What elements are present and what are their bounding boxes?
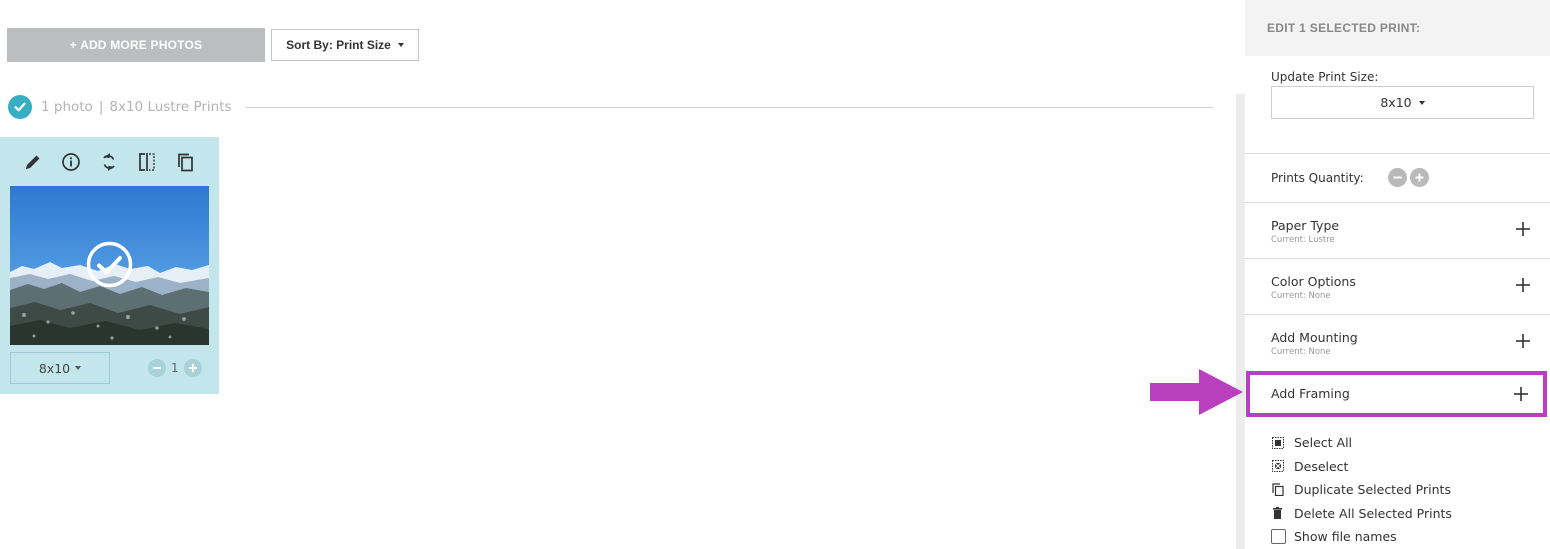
caret-down-icon [397,43,404,47]
select-all-label: Select All [1294,435,1353,451]
add-framing-option[interactable]: Add Framing [1246,371,1547,417]
plus-icon[interactable] [1515,277,1531,293]
add-more-photos-button[interactable]: + ADD MORE PHOTOS [7,28,265,62]
sort-by-dropdown[interactable]: Sort By: Print Size [271,29,419,61]
color-options-current: Current: None [1271,291,1331,301]
sort-by-label: Sort By: Print Size [286,38,391,52]
duplicate-icon [1271,483,1284,497]
group-photo-count: 1 photo [41,99,93,115]
update-print-size-dropdown[interactable]: 8x10 [1271,86,1534,119]
select-all-icon [1271,436,1284,449]
duplicate-selected-label: Duplicate Selected Prints [1294,482,1451,498]
deselect-action[interactable]: Deselect [1271,455,1452,479]
paper-type-current: Current: Lustre [1271,235,1335,245]
increase-quantity-button[interactable] [183,359,202,377]
card-quantity-value: 1 [171,361,179,375]
group-separator: | [98,99,104,115]
add-framing-title: Add Framing [1271,386,1350,401]
group-summary: 1 photo | 8x10 Lustre Prints [41,99,232,115]
update-print-size-label: Update Print Size: [1271,70,1379,84]
plus-icon[interactable] [1515,221,1531,237]
duplicate-selected-action[interactable]: Duplicate Selected Prints [1271,478,1452,502]
deselect-icon [1271,460,1284,473]
prints-quantity-decrease-button[interactable] [1387,168,1407,187]
update-print-size-value: 8x10 [1380,95,1412,110]
panel-divider-scrollbar[interactable] [1236,94,1245,549]
paper-type-option[interactable]: Paper Type Current: Lustre [1245,203,1550,258]
add-mounting-title: Add Mounting [1271,330,1358,345]
card-toolbar [22,151,196,173]
edit-panel: EDIT 1 SELECTED PRINT: Update Print Size… [1245,0,1550,549]
card-size-dropdown[interactable]: 8x10 [10,352,110,384]
show-file-names-toggle[interactable]: Show file names [1271,525,1452,549]
color-options-title: Color Options [1271,274,1356,289]
selection-actions: Select All Deselect Duplicate Selected P… [1271,431,1452,549]
show-file-names-label: Show file names [1294,529,1397,545]
prints-quantity-row: Prints Quantity: [1271,168,1429,187]
print-group-header: 1 photo | 8x10 Lustre Prints [8,95,1213,119]
mirror-icon[interactable] [136,151,158,173]
prints-quantity-increase-button[interactable] [1409,168,1429,187]
paper-type-title: Paper Type [1271,218,1340,233]
photo-thumbnail[interactable] [10,186,209,345]
rotate-icon[interactable] [98,151,120,173]
add-mounting-current: Current: None [1271,347,1331,357]
pencil-icon[interactable] [22,151,44,173]
info-icon[interactable] [60,151,82,173]
card-quantity-control: 1 [148,359,202,377]
edit-panel-header: EDIT 1 SELECTED PRINT: [1245,0,1550,56]
group-divider [245,106,1213,108]
plus-icon[interactable] [1515,333,1531,349]
caret-down-icon [1418,100,1425,105]
trash-icon [1271,507,1284,520]
select-all-action[interactable]: Select All [1271,431,1452,455]
prints-quantity-label: Prints Quantity: [1271,170,1364,185]
plus-icon[interactable] [1513,386,1529,402]
show-file-names-checkbox[interactable] [1271,529,1286,545]
color-options-option[interactable]: Color Options Current: None [1245,259,1550,314]
selected-checkmark-icon [86,241,133,288]
divider [1245,153,1550,154]
group-select-checkmark-icon[interactable] [8,95,32,119]
duplicate-icon[interactable] [174,151,196,173]
caret-down-icon [75,366,82,370]
group-product: 8x10 Lustre Prints [109,99,232,115]
add-mounting-option[interactable]: Add Mounting Current: None [1245,315,1550,370]
deselect-label: Deselect [1294,458,1349,474]
decrease-quantity-button[interactable] [148,359,166,377]
delete-selected-action[interactable]: Delete All Selected Prints [1271,502,1452,526]
card-size-value: 8x10 [38,360,71,376]
delete-selected-label: Delete All Selected Prints [1294,505,1452,521]
photo-card[interactable]: 8x10 1 [0,137,219,394]
highlight-arrow-icon [1150,369,1243,415]
